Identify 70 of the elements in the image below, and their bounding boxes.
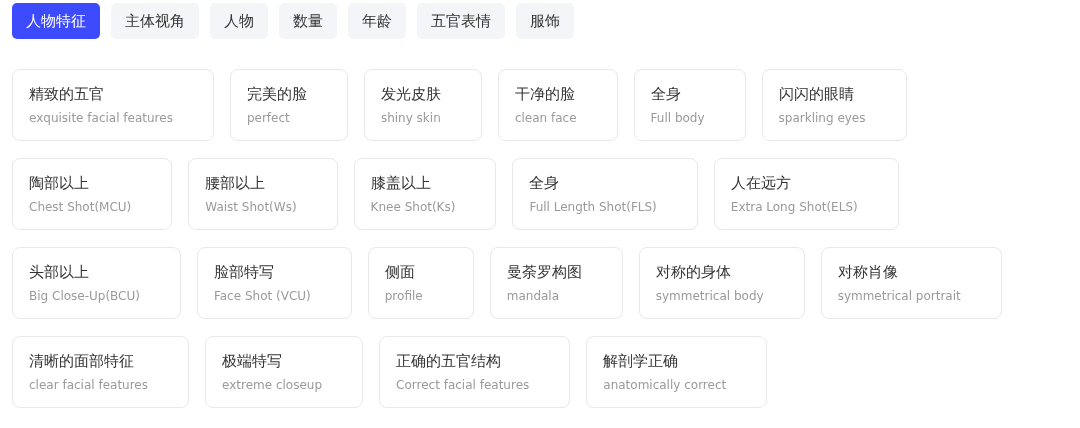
prompt-card[interactable]: 全身 Full body: [633, 69, 746, 141]
card-title: 闪闪的眼睛: [778, 85, 855, 104]
card-title: 膝盖以上: [370, 174, 432, 193]
prompt-card[interactable]: 完美的脸 perfect: [229, 69, 348, 141]
card-subtitle: shiny skin: [380, 111, 441, 125]
card-title: 完美的脸: [246, 85, 307, 104]
card-subtitle: Chest Shot(MCU): [29, 200, 132, 214]
card-title: 曼荼罗构图: [506, 263, 582, 282]
card-title: 全身: [650, 85, 682, 104]
prompt-card[interactable]: 发光皮肤 shiny skin: [363, 69, 482, 141]
card-title: 清晰的面部特征: [29, 352, 135, 371]
prompt-card[interactable]: 全身 Full Length Shot(FLS): [512, 158, 698, 230]
card-title: 脸部特写: [213, 263, 275, 282]
prompt-card[interactable]: 膝盖以上 Knee Shot(Ks): [353, 158, 497, 230]
card-title: 干净的脸: [514, 85, 576, 104]
prompt-card[interactable]: 对称的身体 symmetrical body: [638, 247, 805, 319]
prompt-card[interactable]: 脸部特写 Face Shot (VCU): [196, 247, 352, 319]
card-title: 人在远方: [730, 174, 792, 193]
card-subtitle: symmetrical portrait: [837, 289, 961, 303]
card-subtitle: exquisite facial features: [29, 111, 173, 125]
card-subtitle: extreme closeup: [222, 378, 323, 392]
prompt-card[interactable]: 干净的脸 clean face: [497, 69, 618, 141]
card-subtitle: Knee Shot(Ks): [370, 200, 456, 214]
prompt-card[interactable]: 侧面 profile: [367, 247, 474, 319]
card-title: 对称的身体: [655, 263, 732, 282]
card-title: 对称肖像: [837, 263, 899, 282]
card-title: 解剖学正确: [603, 352, 680, 371]
card-title: 精致的五官: [29, 85, 105, 104]
card-title: 全身: [529, 174, 561, 193]
prompt-card[interactable]: 正确的五官结构 Correct facial features: [379, 336, 571, 408]
prompt-card[interactable]: 解剖学正确 anatomically correct: [586, 336, 768, 408]
category-tab[interactable]: 年龄: [348, 3, 406, 39]
card-subtitle: perfect: [246, 111, 291, 125]
card-subtitle: clear facial features: [29, 378, 148, 392]
prompt-card[interactable]: 曼荼罗构图 mandala: [489, 247, 623, 319]
card-subtitle: Full Length Shot(FLS): [529, 200, 657, 214]
category-tab[interactable]: 五官表情: [417, 3, 505, 39]
category-tab[interactable]: 数量: [279, 3, 337, 39]
prompt-card[interactable]: 人在远方 Extra Long Shot(ELS): [713, 158, 899, 230]
card-title: 陶部以上: [29, 174, 90, 193]
prompt-card[interactable]: 陶部以上 Chest Shot(MCU): [12, 158, 173, 230]
prompt-card[interactable]: 头部以上 Big Close-Up(BCU): [12, 247, 181, 319]
prompt-card[interactable]: 对称肖像 symmetrical portrait: [820, 247, 1002, 319]
card-title: 头部以上: [29, 263, 90, 282]
card-title: 正确的五官结构: [396, 352, 503, 371]
card-subtitle: symmetrical body: [655, 289, 764, 303]
card-subtitle: Waist Shot(Ws): [205, 200, 297, 214]
card-subtitle: profile: [384, 289, 424, 303]
card-subtitle: Correct facial features: [396, 378, 530, 392]
card-subtitle: mandala: [506, 289, 561, 303]
prompt-card[interactable]: 极端特写 extreme closeup: [205, 336, 364, 408]
category-tab[interactable]: 主体视角: [111, 3, 199, 39]
prompt-card[interactable]: 腰部以上 Waist Shot(Ws): [188, 158, 338, 230]
prompt-card[interactable]: 闪闪的眼睛 sparkling eyes: [761, 69, 907, 141]
category-tab[interactable]: 服饰: [516, 3, 574, 39]
card-subtitle: sparkling eyes: [778, 111, 866, 125]
card-subtitle: Face Shot (VCU): [213, 289, 311, 303]
prompt-card[interactable]: 清晰的面部特征 clear facial features: [12, 336, 189, 408]
category-tab[interactable]: 人物: [210, 3, 268, 39]
card-title: 极端特写: [222, 352, 283, 371]
card-subtitle: Full body: [650, 111, 705, 125]
category-tab[interactable]: 人物特征: [12, 3, 100, 39]
card-subtitle: clean face: [514, 111, 577, 125]
card-title: 腰部以上: [205, 174, 267, 193]
card-subtitle: Big Close-Up(BCU): [29, 289, 140, 303]
card-title: 发光皮肤: [380, 85, 441, 104]
card-title: 侧面: [384, 263, 416, 282]
prompt-card[interactable]: 精致的五官 exquisite facial features: [12, 69, 214, 141]
card-subtitle: anatomically correct: [603, 378, 727, 392]
card-subtitle: Extra Long Shot(ELS): [730, 200, 858, 214]
